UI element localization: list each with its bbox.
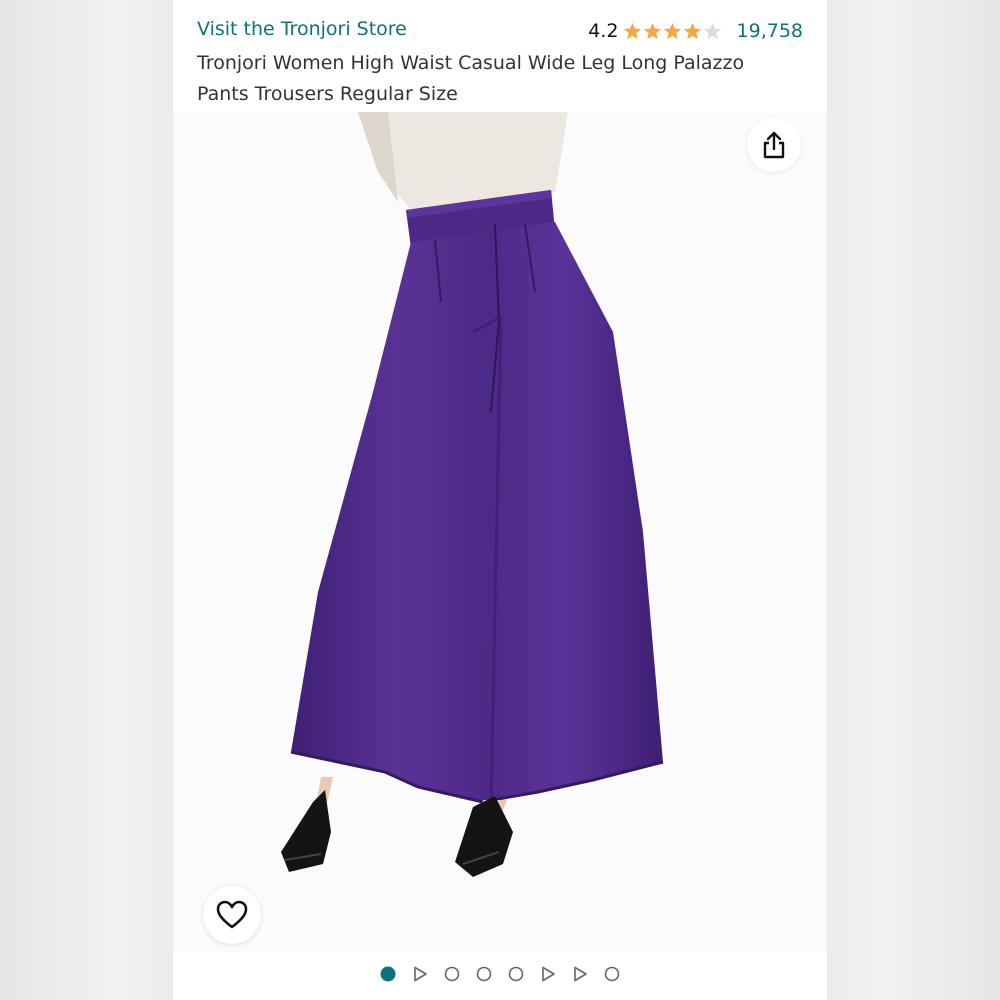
carousel-video-indicator[interactable] <box>532 964 564 984</box>
carousel-video-indicator[interactable] <box>564 964 596 984</box>
carousel-dot[interactable] <box>372 964 404 984</box>
rating-value: 4.2 <box>588 20 619 42</box>
carousel-dot[interactable] <box>596 964 628 984</box>
carousel-dot[interactable] <box>468 964 500 984</box>
play-icon <box>574 966 587 982</box>
heart-icon <box>216 900 248 929</box>
share-button[interactable] <box>747 118 801 172</box>
carousel-video-indicator[interactable] <box>404 964 436 984</box>
rating-count-link[interactable]: 19,758 <box>737 20 803 42</box>
product-image[interactable] <box>173 112 827 952</box>
star-full-icon <box>683 22 701 39</box>
dot-icon <box>444 966 460 982</box>
carousel-dot[interactable] <box>436 964 468 984</box>
star-full-icon <box>663 22 681 39</box>
product-card: Visit the Tronjori Store 4.2 19,758 Tron… <box>173 0 827 1000</box>
dot-icon <box>604 966 620 982</box>
rating-summary[interactable]: 4.2 19,758 <box>588 18 803 44</box>
carousel-indicators <box>173 952 827 996</box>
product-title: Tronjori Women High Waist Casual Wide Le… <box>197 52 745 105</box>
dot-icon <box>508 966 524 982</box>
star-full-icon <box>623 22 641 39</box>
play-icon <box>414 966 427 982</box>
store-link[interactable]: Visit the Tronjori Store <box>197 18 407 40</box>
dot-icon <box>476 966 492 982</box>
star-rating <box>623 22 723 41</box>
product-photo <box>281 112 664 877</box>
share-icon <box>763 131 785 159</box>
star-full-icon <box>643 22 661 39</box>
play-icon <box>542 966 555 982</box>
dot-icon <box>380 966 396 982</box>
wishlist-button[interactable] <box>203 886 261 944</box>
star-empty-icon <box>703 22 721 39</box>
carousel-dot[interactable] <box>500 964 532 984</box>
product-header: Visit the Tronjori Store 4.2 19,758 Tron… <box>173 0 827 112</box>
